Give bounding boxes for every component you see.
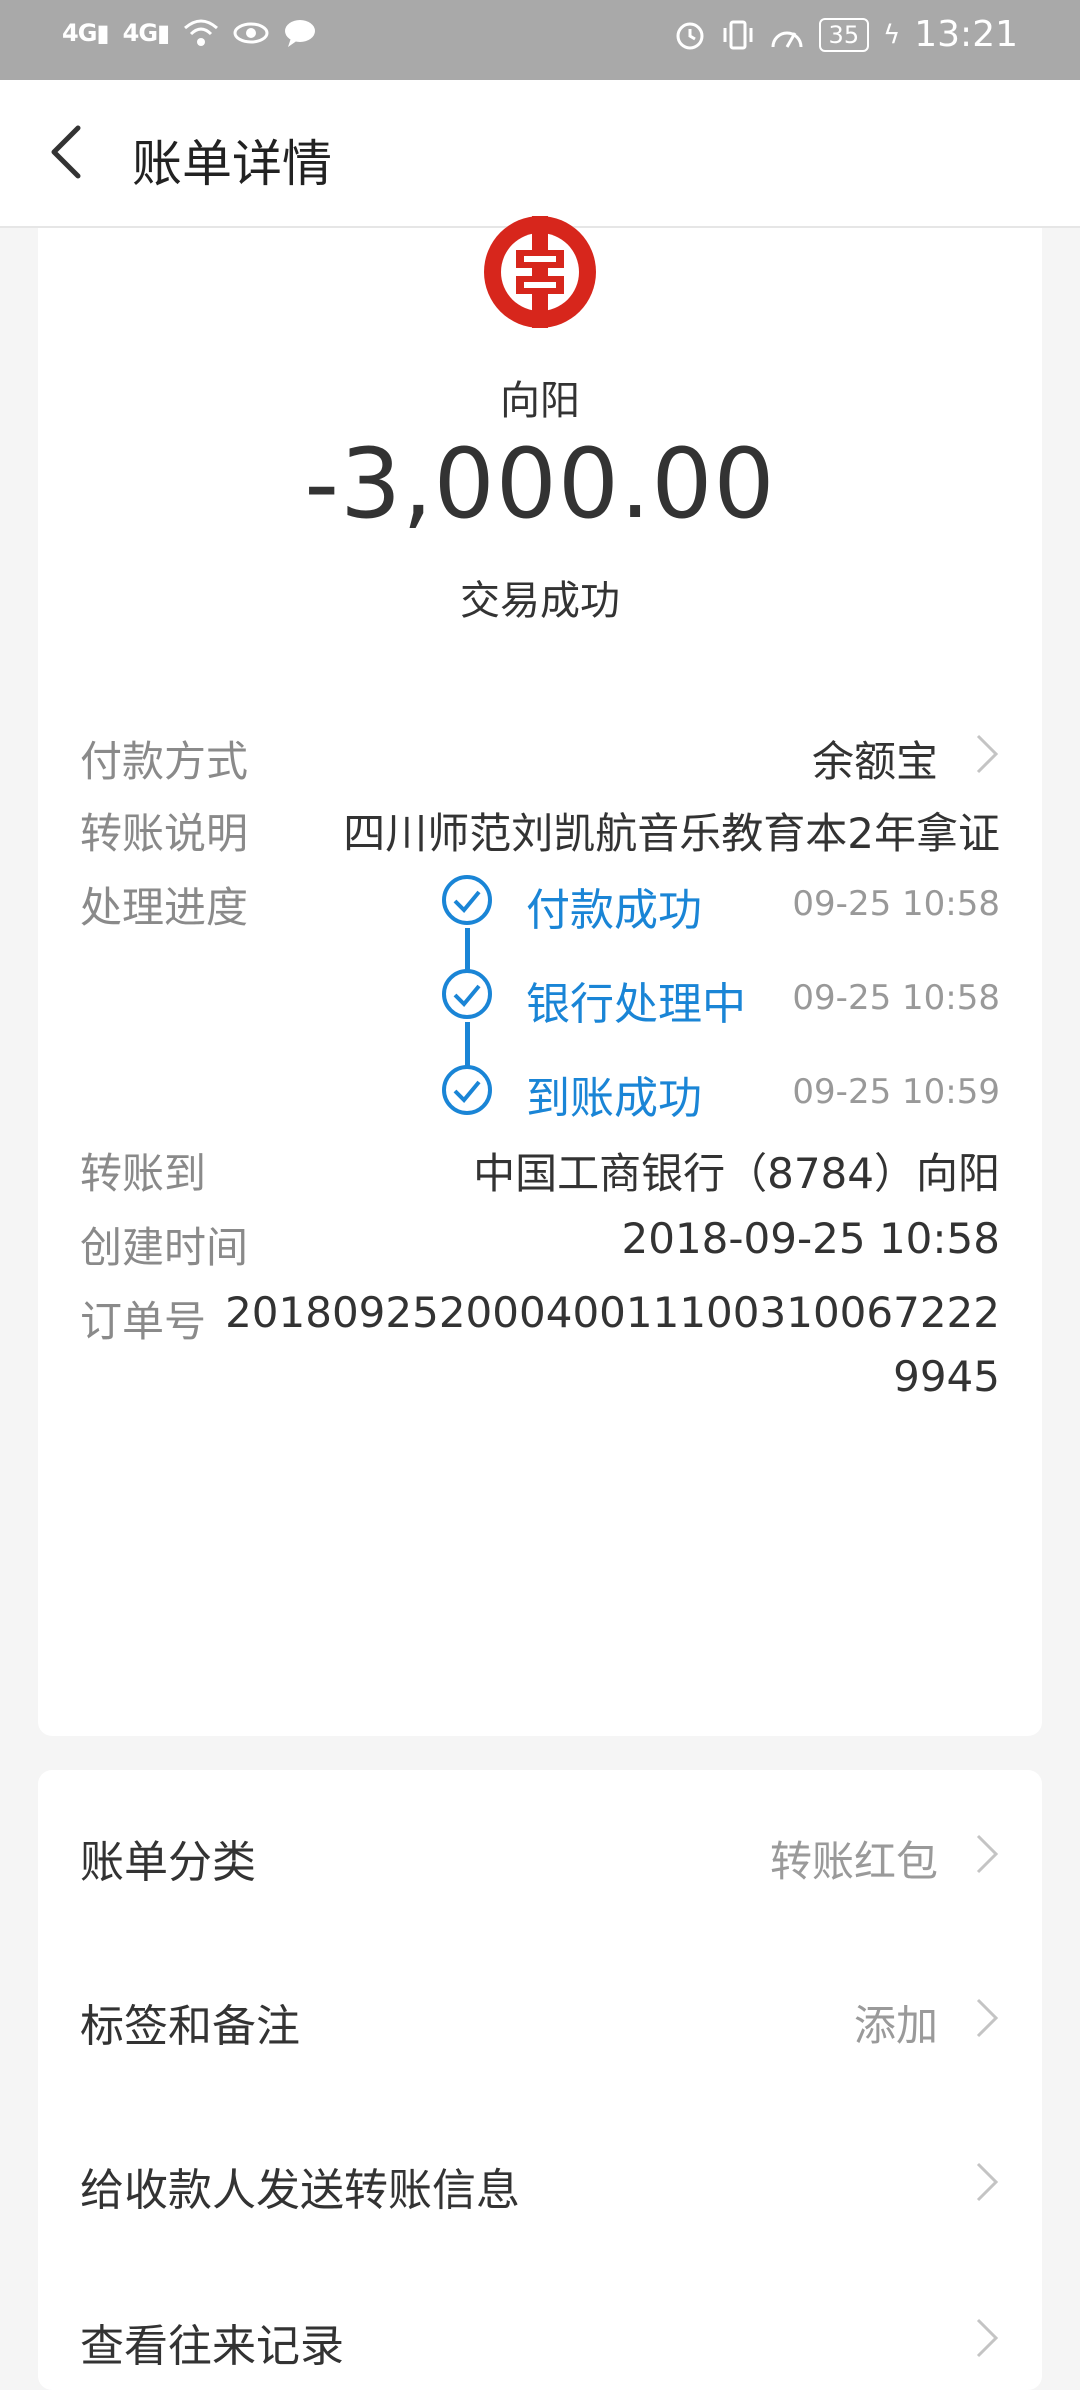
bill-actions-card: 账单分类 转账红包 标签和备注 添加 给收款人发送转账信息 查看往来记录 (38, 1770, 1042, 2390)
signal-icon-2: 4G▮ (122, 19, 171, 47)
category-value[interactable]: 转账红包 (770, 1828, 938, 1889)
chevron-right-icon[interactable] (974, 2160, 1000, 2204)
chevron-right-icon[interactable] (974, 1832, 1000, 1876)
send-info-label[interactable]: 给收款人发送转账信息 (80, 2154, 520, 2218)
created-time-value: 2018-09-25 10:58 (621, 1214, 1000, 1263)
vibrate-icon (723, 20, 753, 49)
payment-method-value[interactable]: 余额宝 (812, 728, 938, 789)
signal-icon: 4G▮ (62, 19, 110, 47)
category-label[interactable]: 账单分类 (80, 1826, 256, 1890)
battery-indicator: 35 (818, 17, 870, 52)
eye-icon (233, 22, 269, 44)
chevron-right-icon[interactable] (974, 2316, 1000, 2360)
wifi-icon (184, 19, 219, 46)
tags-notes-value[interactable]: 添加 (854, 1992, 938, 2053)
bill-detail-card: 向阳 -3,000.00 交易成功 付款方式 余额宝 转账说明 四川师范刘凯航音… (38, 216, 1042, 1736)
status-bar: 4G▮ 4G▮ 35 ϟ 13:21 (0, 0, 1080, 80)
clock: 13:21 (914, 14, 1018, 55)
page-title: 账单详情 (132, 135, 332, 193)
payment-method-label: 付款方式 (80, 737, 249, 786)
transaction-status: 交易成功 (460, 578, 620, 624)
tags-notes-label[interactable]: 标签和备注 (80, 1990, 300, 2054)
speed-icon (771, 31, 803, 48)
charging-icon: ϟ (883, 19, 901, 50)
order-number-line1: 20180925200040011100310067222 (225, 1288, 1000, 1337)
order-number-line2: 9945 (893, 1352, 1000, 1401)
progress-step-time: 09-25 10:58 (792, 884, 1000, 924)
created-time-label: 创建时间 (80, 1223, 249, 1272)
transfer-to-value: 中国工商银行（8784）向阳 (473, 1149, 1000, 1198)
transaction-amount: -3,000.00 (304, 428, 776, 540)
icbc-logo-icon (484, 216, 596, 328)
history-label[interactable]: 查看往来记录 (80, 2310, 344, 2374)
status-right: 35 ϟ 13:21 (673, 14, 1018, 55)
transfer-note-label: 转账说明 (80, 809, 249, 858)
back-arrow-icon[interactable] (40, 122, 100, 182)
nav-bar: 账单详情 (0, 80, 1080, 228)
chevron-right-icon[interactable] (974, 1996, 1000, 2040)
status-left: 4G▮ 4G▮ (62, 18, 317, 48)
chevron-right-icon[interactable] (974, 732, 1000, 776)
signal-2-label: 4G (122, 19, 158, 47)
progress-step-time: 09-25 10:58 (792, 978, 1000, 1018)
signal-1-label: 4G (62, 19, 97, 47)
progress-label: 处理进度 (80, 883, 249, 932)
order-number-label: 订单号 (80, 1297, 207, 1346)
payee-name: 向阳 (500, 378, 580, 424)
message-icon (285, 20, 316, 47)
progress-step-label: 付款成功 (526, 885, 702, 936)
transfer-note-value: 四川师范刘凯航音乐教育本2年拿证 (343, 809, 1000, 858)
check-circle-icon (442, 1065, 492, 1115)
transfer-to-label: 转账到 (80, 1149, 207, 1198)
check-circle-icon (442, 969, 492, 1019)
progress-step-time: 09-25 10:59 (792, 1072, 1000, 1112)
progress-step-label: 到账成功 (526, 1073, 702, 1124)
alarm-icon (676, 22, 704, 49)
check-circle-icon (442, 875, 492, 925)
progress-step-label: 银行处理中 (526, 979, 746, 1030)
